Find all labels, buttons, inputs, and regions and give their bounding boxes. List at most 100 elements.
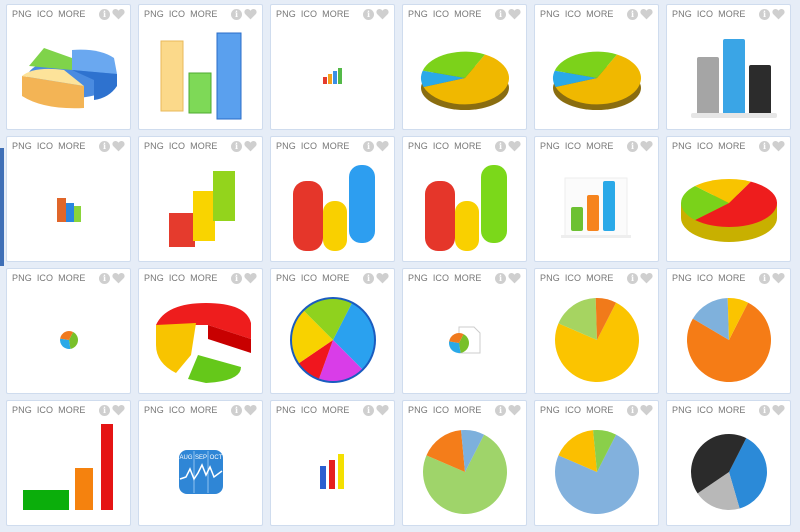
rounded-bar-chart-red-yellow-blue-icon[interactable]	[271, 155, 394, 261]
png-link[interactable]: PNG	[276, 9, 296, 19]
ico-link[interactable]: ICO	[565, 141, 581, 151]
ico-link[interactable]: ICO	[37, 141, 53, 151]
exploded-pie-chart-icon[interactable]	[139, 287, 262, 393]
heart-icon[interactable]	[112, 272, 125, 284]
more-link[interactable]: MORE	[586, 141, 613, 151]
ico-link[interactable]: ICO	[301, 9, 317, 19]
info-icon[interactable]: i	[231, 272, 242, 284]
more-link[interactable]: MORE	[586, 405, 613, 415]
png-link[interactable]: PNG	[408, 141, 428, 151]
png-link[interactable]: PNG	[408, 9, 428, 19]
info-icon[interactable]: i	[627, 140, 638, 152]
ico-link[interactable]: ICO	[169, 405, 185, 415]
more-link[interactable]: MORE	[190, 405, 217, 415]
3d-cube-bar-chart-icon[interactable]	[139, 155, 262, 261]
icon-tile-small-3d-bar-chart-icon[interactable]: PNG ICO MORE i	[6, 136, 131, 262]
png-link[interactable]: PNG	[144, 405, 164, 415]
more-link[interactable]: MORE	[454, 273, 481, 283]
more-link[interactable]: MORE	[58, 9, 85, 19]
icon-tile-stocks-app-icon[interactable]: PNG ICO MORE i AUG SEP OCT	[138, 400, 263, 526]
heart-icon[interactable]	[640, 140, 653, 152]
icon-tile-3d-bar-chart-pastel-icon[interactable]: PNG ICO MORE i	[138, 4, 263, 130]
heart-icon[interactable]	[772, 272, 785, 284]
more-link[interactable]: MORE	[190, 9, 217, 19]
more-link[interactable]: MORE	[58, 141, 85, 151]
png-link[interactable]: PNG	[144, 9, 164, 19]
icon-tile-3d-cube-bar-chart-icon[interactable]: PNG ICO MORE i	[138, 136, 263, 262]
png-link[interactable]: PNG	[672, 9, 692, 19]
info-icon[interactable]: i	[363, 8, 374, 20]
more-link[interactable]: MORE	[586, 273, 613, 283]
info-icon[interactable]: i	[231, 140, 242, 152]
heart-icon[interactable]	[244, 272, 257, 284]
small-bar-chart-blue-red-yellow-icon[interactable]	[271, 419, 394, 525]
icon-tile-bar-chart-document-icon[interactable]: PNG ICO MORE i	[534, 136, 659, 262]
heart-icon[interactable]	[640, 404, 653, 416]
heart-icon[interactable]	[508, 8, 521, 20]
info-icon[interactable]: i	[627, 8, 638, 20]
icon-tile-pie-chart-green-icon[interactable]: PNG ICO MORE i	[402, 400, 527, 526]
icon-tile-exploded-pie-chart-icon[interactable]: PNG ICO MORE i	[138, 268, 263, 394]
more-link[interactable]: MORE	[718, 405, 745, 415]
info-icon[interactable]: i	[759, 404, 770, 416]
more-link[interactable]: MORE	[190, 273, 217, 283]
more-link[interactable]: MORE	[454, 141, 481, 151]
info-icon[interactable]: i	[231, 404, 242, 416]
icon-tile-bar-chart-gray-blue-black-icon[interactable]: PNG ICO MORE i	[666, 4, 791, 130]
icon-tile-pie-chart-orange-icon[interactable]: PNG ICO MORE i	[666, 268, 791, 394]
png-link[interactable]: PNG	[540, 273, 560, 283]
icon-tile-pie-chart-blue-icon[interactable]: PNG ICO MORE i	[534, 400, 659, 526]
small-bar-chart-icon[interactable]	[271, 23, 394, 129]
more-link[interactable]: MORE	[190, 141, 217, 151]
ico-link[interactable]: ICO	[169, 273, 185, 283]
more-link[interactable]: MORE	[454, 405, 481, 415]
icon-tile-pie-chart-dark-icon[interactable]: PNG ICO MORE i	[666, 400, 791, 526]
heart-icon[interactable]	[112, 140, 125, 152]
bar-chart-document-icon[interactable]	[535, 155, 658, 261]
png-link[interactable]: PNG	[12, 273, 32, 283]
ico-link[interactable]: ICO	[37, 9, 53, 19]
ico-link[interactable]: ICO	[433, 273, 449, 283]
icon-tile-small-bar-chart-blue-red-yellow-icon[interactable]: PNG ICO MORE i	[270, 400, 395, 526]
heart-icon[interactable]	[772, 8, 785, 20]
info-icon[interactable]: i	[495, 8, 506, 20]
more-link[interactable]: MORE	[58, 273, 85, 283]
icon-tile-pie-chart-file-icon[interactable]: PNG ICO MORE i	[402, 268, 527, 394]
3d-pie-chart-red-green-yellow-icon[interactable]	[667, 155, 790, 261]
stocks-app-icon[interactable]: AUG SEP OCT	[139, 419, 262, 525]
heart-icon[interactable]	[772, 140, 785, 152]
rounded-bar-chart-red-yellow-green-icon[interactable]	[403, 155, 526, 261]
more-link[interactable]: MORE	[322, 9, 349, 19]
icon-tile-bar-chart-green-orange-red-icon[interactable]: PNG ICO MORE i	[6, 400, 131, 526]
ico-link[interactable]: ICO	[301, 141, 317, 151]
info-icon[interactable]: i	[495, 140, 506, 152]
pie-chart-green-icon[interactable]	[403, 419, 526, 525]
ico-link[interactable]: ICO	[433, 9, 449, 19]
icon-tile-glossy-pie-chart-yellow-green-blue-icon[interactable]: PNG ICO MORE i	[402, 4, 527, 130]
info-icon[interactable]: i	[99, 8, 110, 20]
pie-chart-file-icon[interactable]	[403, 287, 526, 393]
more-link[interactable]: MORE	[718, 9, 745, 19]
pie-chart-blue-icon[interactable]	[535, 419, 658, 525]
icon-tile-glossy-pie-chart-yellow-green-blue-icon[interactable]: PNG ICO MORE i	[534, 4, 659, 130]
heart-icon[interactable]	[508, 404, 521, 416]
pie-chart-orange-icon[interactable]	[667, 287, 790, 393]
rainbow-pie-chart-icon[interactable]	[271, 287, 394, 393]
icon-tile-3d-pie-chart-pastel-icon[interactable]: PNG ICO MORE i	[6, 4, 131, 130]
glossy-pie-chart-yellow-green-blue-icon[interactable]	[403, 23, 526, 129]
ico-link[interactable]: ICO	[565, 9, 581, 19]
bar-chart-gray-blue-black-icon[interactable]	[667, 23, 790, 129]
heart-icon[interactable]	[376, 272, 389, 284]
3d-pie-chart-pastel-icon[interactable]	[7, 23, 130, 129]
ico-link[interactable]: ICO	[37, 273, 53, 283]
info-icon[interactable]: i	[231, 8, 242, 20]
heart-icon[interactable]	[376, 140, 389, 152]
more-link[interactable]: MORE	[454, 9, 481, 19]
png-link[interactable]: PNG	[672, 141, 692, 151]
png-link[interactable]: PNG	[276, 273, 296, 283]
pie-chart-dark-icon[interactable]	[667, 419, 790, 525]
png-link[interactable]: PNG	[276, 141, 296, 151]
more-link[interactable]: MORE	[322, 141, 349, 151]
info-icon[interactable]: i	[363, 140, 374, 152]
icon-tile-rainbow-pie-chart-icon[interactable]: PNG ICO MORE i	[270, 268, 395, 394]
